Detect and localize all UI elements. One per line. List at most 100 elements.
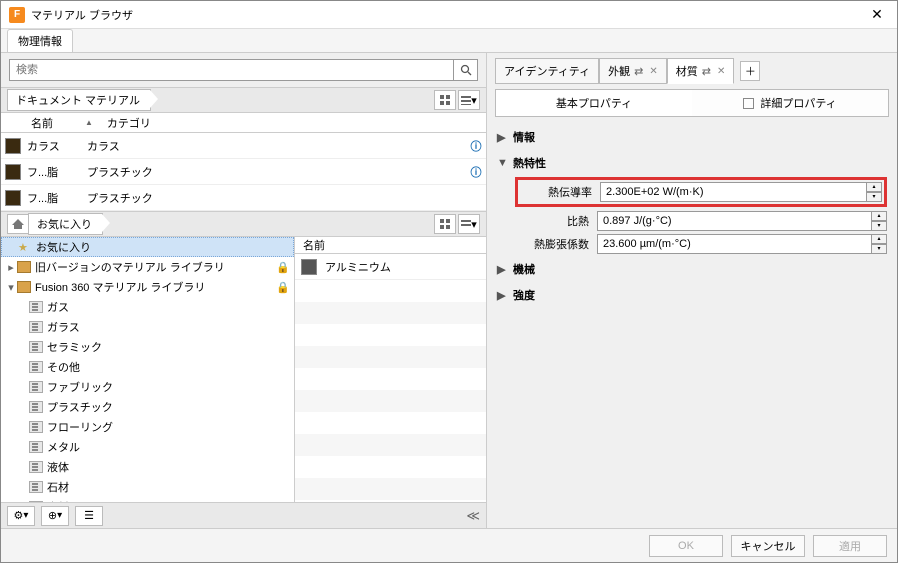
library-settings-button[interactable]: ⚙▾: [7, 506, 35, 526]
tab-material[interactable]: 材質⇄✕: [667, 58, 735, 84]
section-info[interactable]: ▶情報: [497, 125, 887, 149]
cancel-button[interactable]: キャンセル: [731, 535, 805, 557]
tree-category[interactable]: プラスチック: [1, 397, 294, 417]
category-icon: [29, 341, 43, 353]
library-view-button[interactable]: ☰: [75, 506, 103, 526]
view-list-button[interactable]: ▾: [458, 214, 480, 234]
search-icon: [460, 64, 472, 76]
category-icon: [29, 441, 43, 453]
apply-button[interactable]: 適用: [813, 535, 887, 557]
section-strength[interactable]: ▶強度: [497, 283, 887, 307]
folder-icon: [17, 281, 31, 293]
breadcrumb-doc-materials[interactable]: ドキュメント マテリアル: [7, 89, 151, 111]
material-swatch: [5, 190, 21, 206]
folder-icon: [17, 261, 31, 273]
chevron-down-icon: ▼: [497, 157, 507, 169]
app-icon: F: [9, 7, 25, 23]
window-title: マテリアル ブラウザ: [31, 7, 865, 23]
category-icon: [29, 461, 43, 473]
sort-icon: ▲: [85, 118, 93, 127]
tree-category[interactable]: 石材: [1, 477, 294, 497]
tree-category[interactable]: メタル: [1, 437, 294, 457]
tree-category[interactable]: ファブリック: [1, 377, 294, 397]
add-material-button[interactable]: ⊕▾: [41, 506, 69, 526]
doc-col-category[interactable]: カテゴリ: [101, 115, 157, 131]
input-conductivity[interactable]: 2.300E+02 W/(m·K): [600, 182, 867, 202]
tree-favorites[interactable]: ★お気に入り: [1, 237, 294, 257]
label-expansion: 熱膨張係数: [517, 236, 597, 252]
search-input[interactable]: [9, 59, 454, 81]
list-icon: ☰: [84, 509, 94, 522]
category-icon: [29, 381, 43, 393]
detail-properties-button[interactable]: 詳細プロパティ: [692, 90, 888, 116]
doc-row[interactable]: フ...脂プラスチックⓘ: [1, 159, 486, 185]
plus-icon: ⊕: [48, 509, 57, 522]
swap-icon: ⇄: [634, 65, 643, 78]
tab-appearance[interactable]: 外観⇄✕: [599, 58, 667, 84]
breadcrumb-favorites[interactable]: お気に入り: [28, 213, 103, 235]
grid-icon: [440, 219, 450, 229]
chevron-right-icon: ▶: [497, 289, 507, 302]
collapse-panel-button[interactable]: ≪: [466, 508, 480, 524]
highlighted-property: 熱伝導率 2.300E+02 W/(m·K) ▴▾: [515, 177, 887, 207]
spinner-conductivity[interactable]: ▴▾: [867, 182, 882, 202]
spinner-expansion[interactable]: ▴▾: [872, 234, 887, 254]
category-icon: [29, 361, 43, 373]
tree-fusion360-library[interactable]: ▾Fusion 360 マテリアル ライブラリ🔒: [1, 277, 294, 297]
input-specific-heat[interactable]: 0.897 J/(g·°C): [597, 211, 872, 231]
tree-category[interactable]: 液体: [1, 457, 294, 477]
spinner-specific-heat[interactable]: ▴▾: [872, 211, 887, 231]
tab-physical-info[interactable]: 物理情報: [7, 29, 73, 52]
doc-row[interactable]: カラスカラスⓘ: [1, 133, 486, 159]
material-item[interactable]: アルミニウム: [295, 254, 486, 280]
library-tree[interactable]: ★お気に入り ▸旧バージョンのマテリアル ライブラリ🔒 ▾Fusion 360 …: [1, 237, 295, 502]
label-conductivity: 熱伝導率: [520, 184, 600, 200]
tree-category[interactable]: その他: [1, 357, 294, 377]
content-col-name[interactable]: 名前: [295, 237, 486, 254]
tree-category[interactable]: ガラス: [1, 317, 294, 337]
category-icon: [29, 401, 43, 413]
doc-col-name[interactable]: 名前: [25, 115, 85, 131]
material-swatch: [5, 164, 21, 180]
category-icon: [29, 321, 43, 333]
tree-category[interactable]: セラミック: [1, 337, 294, 357]
close-button[interactable]: ✕: [865, 6, 889, 23]
tree-category[interactable]: ガス: [1, 297, 294, 317]
close-tab-icon[interactable]: ✕: [649, 66, 657, 77]
close-tab-icon[interactable]: ✕: [717, 66, 725, 77]
section-thermal[interactable]: ▼熱特性: [497, 151, 887, 175]
info-icon[interactable]: ⓘ: [466, 138, 486, 154]
doc-row[interactable]: フ...脂プラスチック: [1, 185, 486, 211]
label-specific-heat: 比熱: [517, 213, 597, 229]
tab-identity[interactable]: アイデンティティ: [495, 58, 599, 84]
category-icon: [29, 301, 43, 313]
input-expansion[interactable]: 23.600 µm/(m·°C): [597, 234, 872, 254]
gear-icon: ⚙: [14, 509, 24, 522]
add-tab-button[interactable]: ＋: [740, 61, 760, 81]
chevron-right-icon: ▶: [497, 131, 507, 144]
material-swatch: [5, 138, 21, 154]
search-button[interactable]: [454, 59, 478, 81]
basic-properties-button[interactable]: 基本プロパティ: [496, 90, 692, 116]
view-list-button[interactable]: ▾: [458, 90, 480, 110]
top-tab-row: 物理情報: [1, 29, 897, 53]
section-mechanical[interactable]: ▶機械: [497, 257, 887, 281]
list-icon: [461, 95, 471, 105]
tree-category[interactable]: フローリング: [1, 417, 294, 437]
material-swatch: [301, 259, 317, 275]
view-grid-button[interactable]: [434, 214, 456, 234]
lock-icon: 🔒: [276, 261, 290, 274]
swap-icon: ⇄: [702, 65, 711, 78]
title-bar: F マテリアル ブラウザ ✕: [1, 1, 897, 29]
category-icon: [29, 481, 43, 493]
view-grid-button[interactable]: [434, 90, 456, 110]
category-icon: [29, 421, 43, 433]
info-icon[interactable]: ⓘ: [466, 164, 486, 180]
ok-button[interactable]: OK: [649, 535, 723, 557]
checkbox-icon: [743, 98, 754, 109]
tree-old-library[interactable]: ▸旧バージョンのマテリアル ライブラリ🔒: [1, 257, 294, 277]
category-icon: [29, 501, 43, 502]
library-home-button[interactable]: [7, 214, 29, 234]
home-icon: [12, 219, 24, 229]
chevron-right-icon: ▶: [497, 263, 507, 276]
